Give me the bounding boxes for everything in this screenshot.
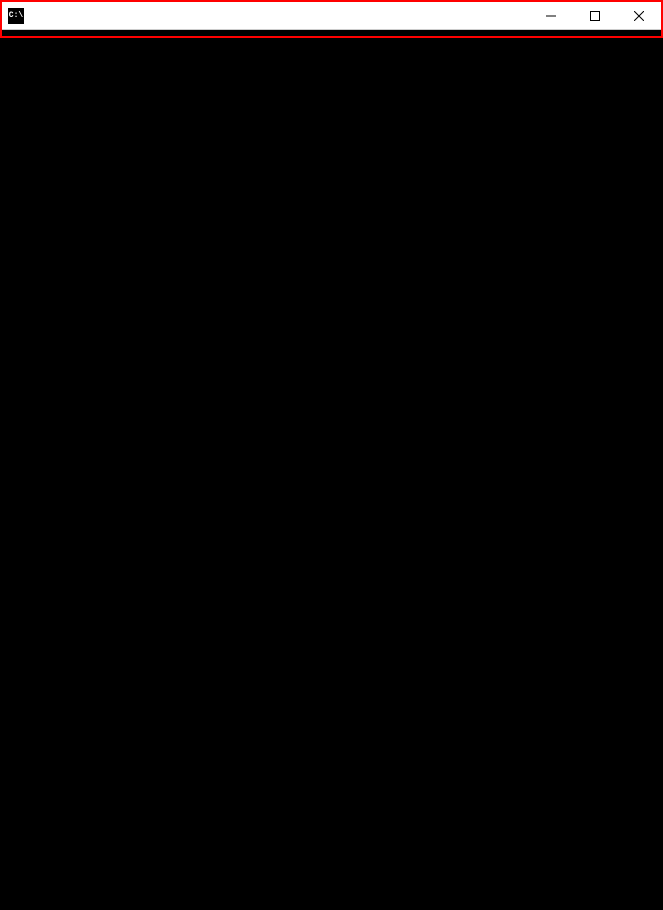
close-button[interactable]: [617, 2, 661, 29]
bash-terminal-output[interactable]: [0, 38, 659, 40]
minimize-button[interactable]: [529, 2, 573, 29]
cmd-terminal-output[interactable]: [2, 30, 661, 36]
maximize-button[interactable]: [573, 2, 617, 29]
window-titlebar[interactable]: C:\: [2, 2, 661, 30]
cmd-icon: C:\: [8, 8, 24, 24]
highlighted-window-frame: C:\: [0, 0, 663, 38]
